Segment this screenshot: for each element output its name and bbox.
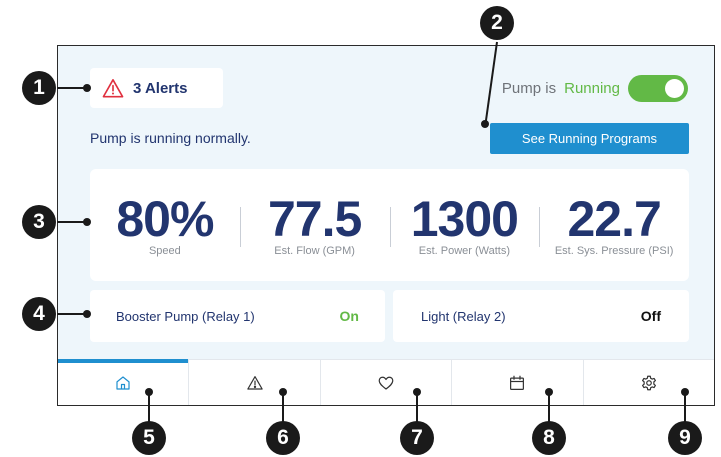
status-message: Pump is running normally. <box>90 130 251 146</box>
relay-1-card[interactable]: Booster Pump (Relay 1) On <box>90 290 385 342</box>
warning-icon <box>246 375 263 390</box>
stats-card: 80% Speed 77.5 Est. Flow (GPM) 1300 Est.… <box>90 169 689 281</box>
relay-state: On <box>339 308 359 324</box>
callout-9-leader <box>684 392 686 422</box>
pump-controller-screen: 3 Alerts Pump is Running Pump is running… <box>57 45 715 406</box>
callout-6: 6 <box>266 421 300 455</box>
callout-7-leader <box>416 392 418 422</box>
callout-2: 2 <box>480 6 514 40</box>
calendar-icon <box>510 375 525 390</box>
stat-label: Est. Flow (GPM) <box>274 245 355 257</box>
stat-power: 1300 Est. Power (Watts) <box>389 191 540 257</box>
alerts-button[interactable]: 3 Alerts <box>90 68 223 108</box>
gear-icon <box>641 375 656 390</box>
callout-6-leader <box>282 392 284 422</box>
nav-alerts[interactable] <box>189 360 321 405</box>
warning-icon <box>102 79 124 98</box>
stat-label: Est. Sys. Pressure (PSI) <box>554 245 674 257</box>
callout-4-dot <box>83 310 91 318</box>
callout-8: 8 <box>532 421 566 455</box>
see-running-programs-button[interactable]: See Running Programs <box>490 123 689 154</box>
stat-value: 80% <box>116 191 214 247</box>
callout-9: 9 <box>668 421 702 455</box>
pump-status-state: Running <box>564 79 620 97</box>
callout-8-leader <box>548 392 550 422</box>
stat-label: Speed <box>148 245 181 257</box>
callout-3: 3 <box>22 205 56 239</box>
callout-3-dot <box>83 218 91 226</box>
stat-speed: 80% Speed <box>90 193 240 257</box>
callout-5: 5 <box>132 421 166 455</box>
nav-settings[interactable] <box>584 360 714 405</box>
pump-status-prefix: Pump is <box>501 79 557 97</box>
callout-7: 7 <box>400 421 434 455</box>
nav-schedule[interactable] <box>452 360 584 405</box>
stat-value: 77.5 <box>267 191 362 247</box>
callout-1-dot <box>83 84 91 92</box>
relay-label: Booster Pump (Relay 1) <box>116 308 255 324</box>
callout-6-dot <box>279 388 287 396</box>
callout-2-dot <box>481 120 489 128</box>
callout-7-dot <box>413 388 421 396</box>
callout-5-dot <box>145 388 153 396</box>
pump-toggle[interactable] <box>628 74 688 102</box>
callout-4: 4 <box>22 297 56 331</box>
stat-flow: 77.5 Est. Flow (GPM) <box>239 191 390 257</box>
callout-9-dot <box>681 388 689 396</box>
callout-5-leader <box>148 392 150 422</box>
stat-pressure: 22.7 Est. Sys. Pressure (PSI) <box>539 193 689 257</box>
callout-8-dot <box>545 388 553 396</box>
alerts-count: 3 Alerts <box>133 79 188 97</box>
heart-icon <box>378 376 394 390</box>
bottom-nav <box>58 359 714 405</box>
home-icon <box>116 375 130 390</box>
pump-toggle-knob <box>665 78 684 98</box>
nav-home[interactable] <box>58 359 190 405</box>
nav-favorites[interactable] <box>321 360 453 405</box>
relay-state: Off <box>640 308 661 324</box>
stat-value: 22.7 <box>567 191 661 247</box>
relay-label: Light (Relay 2) <box>421 308 506 324</box>
callout-1: 1 <box>22 71 56 105</box>
pump-status: Pump is Running <box>502 74 688 102</box>
relay-2-card[interactable]: Light (Relay 2) Off <box>393 290 689 342</box>
stat-value: 1300 <box>410 191 519 247</box>
